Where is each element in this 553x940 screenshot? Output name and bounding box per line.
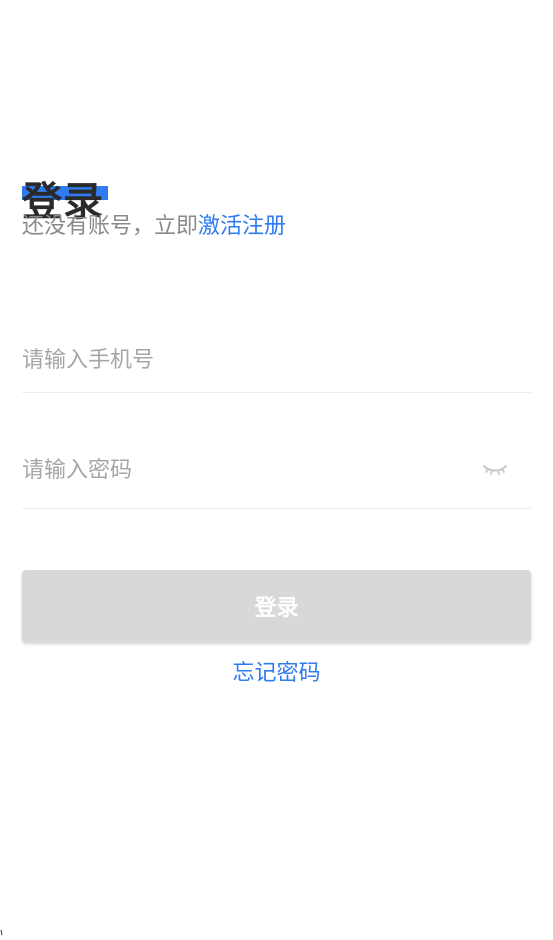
phone-input[interactable] bbox=[22, 330, 462, 390]
page-title-container: 登录 bbox=[22, 148, 108, 225]
phone-field bbox=[22, 330, 531, 393]
password-field bbox=[22, 440, 531, 509]
login-button[interactable]: 登录 bbox=[22, 570, 531, 642]
login-page: 登录 还没有账号，立即激活注册 登录 忘记密码 bbox=[0, 0, 553, 940]
edge-mark-icon bbox=[0, 930, 3, 936]
register-prompt-text: 还没有账号，立即 bbox=[22, 214, 199, 239]
register-link[interactable]: 激活注册 bbox=[198, 214, 286, 239]
eye-closed-icon bbox=[483, 465, 507, 475]
register-prompt: 还没有账号，立即激活注册 bbox=[22, 210, 286, 244]
forgot-password-link[interactable]: 忘记密码 bbox=[0, 658, 553, 690]
password-visibility-toggle[interactable] bbox=[481, 458, 509, 478]
password-input[interactable] bbox=[22, 440, 462, 500]
